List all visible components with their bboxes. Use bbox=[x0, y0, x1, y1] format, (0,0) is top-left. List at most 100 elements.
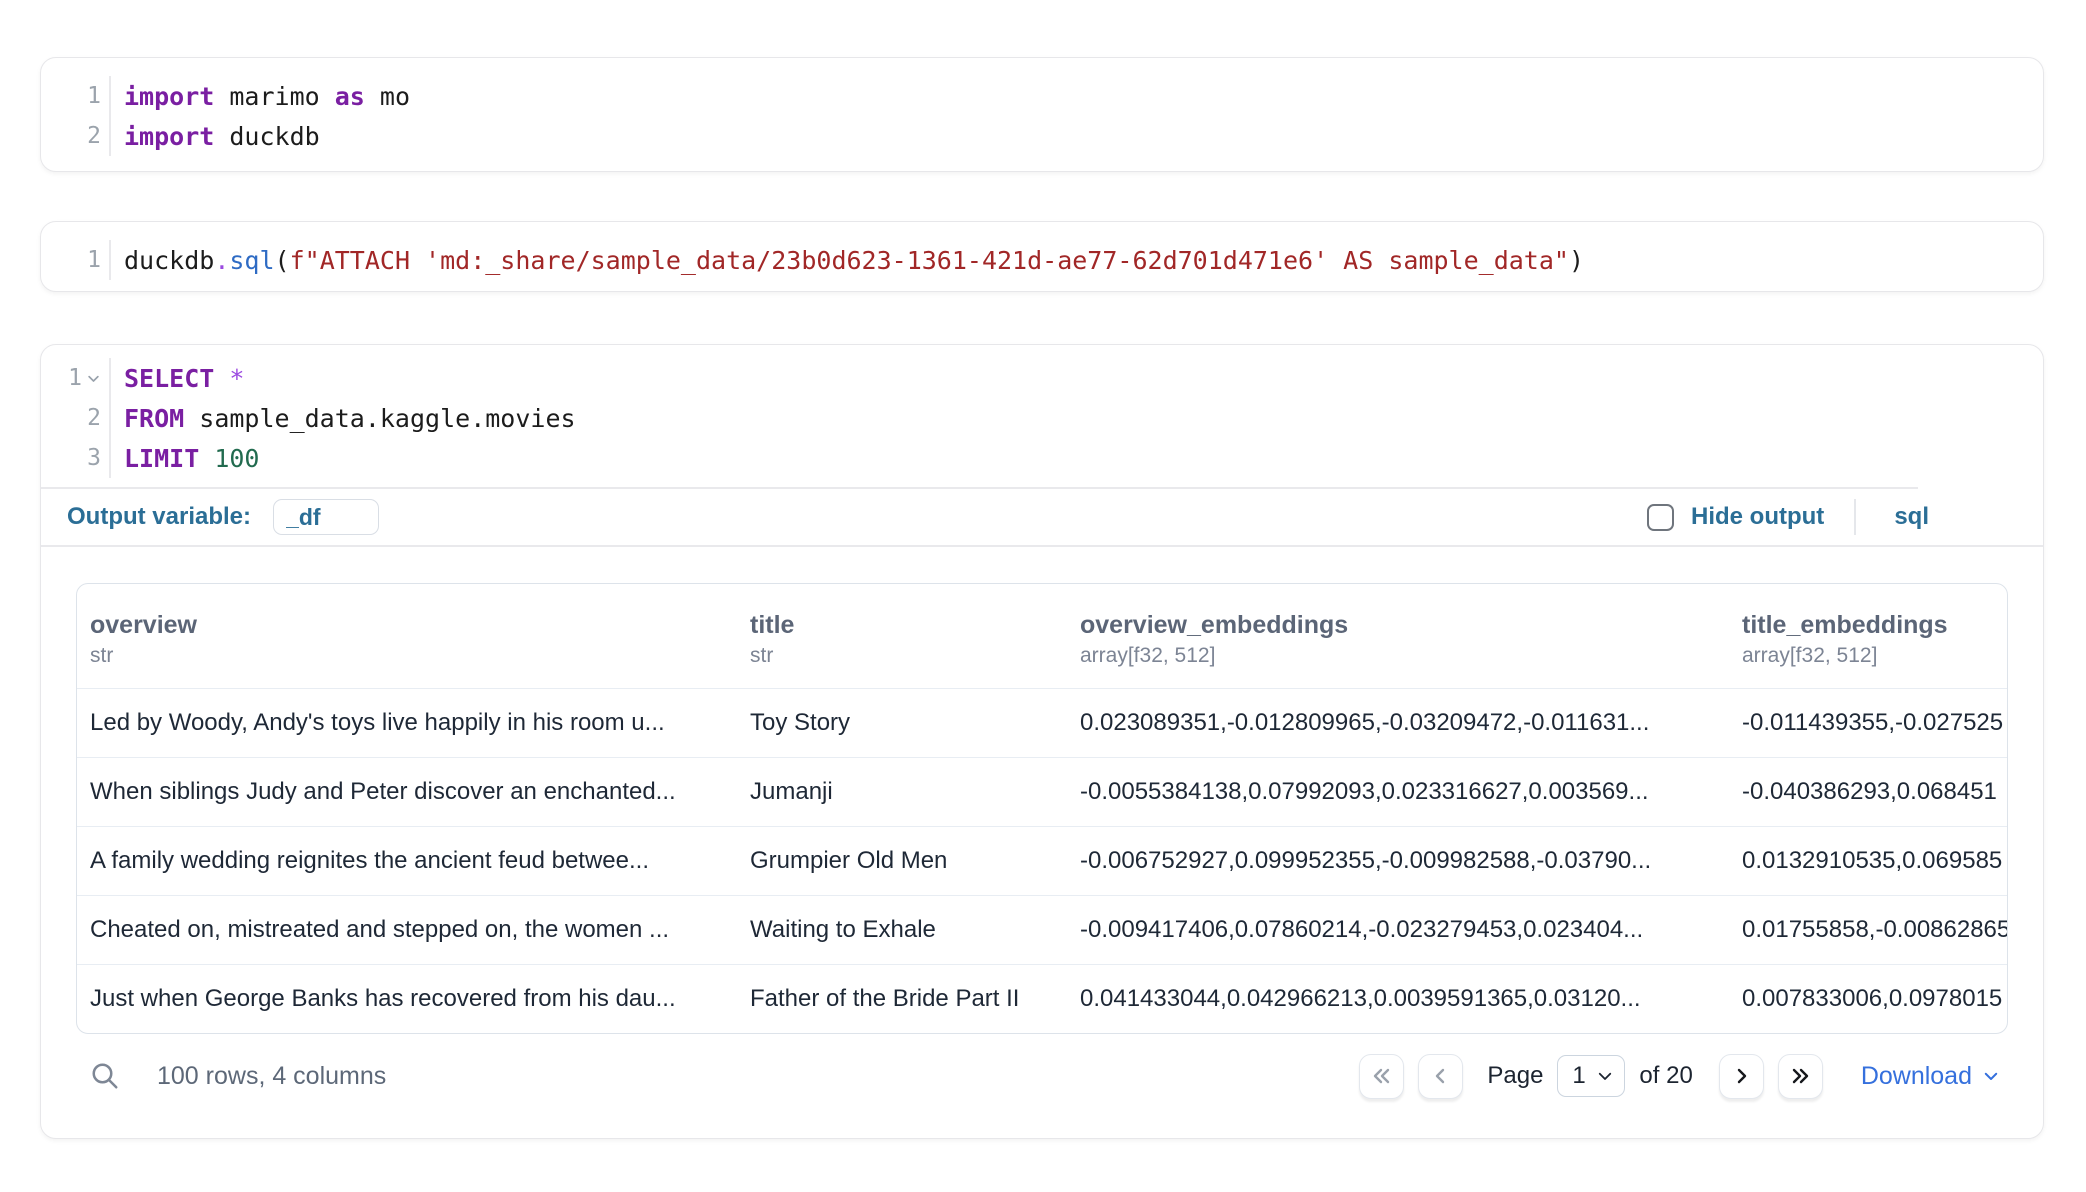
code-token: FROM bbox=[124, 404, 184, 433]
column-name: overview bbox=[90, 609, 737, 641]
table-cell: 0.041433044,0.042966213,0.0039591365,0.0… bbox=[1067, 985, 1729, 1013]
table-footer: 100 rows, 4 columns Page 1 of 20 bbox=[76, 1048, 2008, 1104]
table-cell: 0.007833006,0.0978015 bbox=[1729, 985, 2007, 1013]
table-cell: 0.023089351,-0.012809965,-0.03209472,-0.… bbox=[1067, 709, 1729, 737]
table-cell: -0.009417406,0.07860214,-0.023279453,0.0… bbox=[1067, 916, 1729, 944]
pagination: Page 1 of 20 Download bbox=[1359, 1054, 2004, 1099]
column-header[interactable]: overview_embeddingsarray[f32, 512] bbox=[1067, 609, 1729, 671]
line-number: 1 bbox=[41, 358, 109, 398]
chevron-down-icon bbox=[1596, 1067, 1614, 1085]
sql-cell[interactable]: 1SELECT *2FROM sample_data.kaggle.movies… bbox=[40, 344, 2044, 1139]
table-row[interactable]: Led by Woody, Andy's toys live happily i… bbox=[77, 688, 2007, 757]
code-token bbox=[199, 444, 214, 473]
page-total-label: of 20 bbox=[1639, 1062, 1692, 1090]
table-cell: When siblings Judy and Peter discover an… bbox=[77, 778, 737, 806]
column-dtype: array[f32, 512] bbox=[1742, 641, 2007, 671]
table-cell: 0.01755858,-0.00862865 bbox=[1729, 916, 2007, 944]
page-select-value: 1 bbox=[1572, 1062, 1585, 1090]
prev-page-button[interactable] bbox=[1418, 1054, 1463, 1099]
table-row[interactable]: Just when George Banks has recovered fro… bbox=[77, 964, 2007, 1033]
table-cell: 0.0132910535,0.069585 bbox=[1729, 847, 2007, 875]
code-token: . bbox=[214, 246, 229, 275]
code-text: FROM sample_data.kaggle.movies bbox=[109, 398, 2043, 438]
table-row[interactable]: Cheated on, mistreated and stepped on, t… bbox=[77, 895, 2007, 964]
table-cell: -0.011439355,-0.027525 bbox=[1729, 709, 2007, 737]
code-token: sample_data.kaggle.movies bbox=[184, 404, 575, 433]
code-line[interactable]: 1import marimo as mo bbox=[41, 76, 2043, 116]
column-header[interactable]: title_embeddingsarray[f32, 512] bbox=[1729, 609, 2007, 671]
code-line[interactable]: 1duckdb.sql(f"ATTACH 'md:_share/sample_d… bbox=[41, 240, 2043, 280]
table-cell: Led by Woody, Andy's toys live happily i… bbox=[77, 709, 737, 737]
table-row[interactable]: A family wedding reignites the ancient f… bbox=[77, 826, 2007, 895]
language-select[interactable]: sql bbox=[1894, 503, 1929, 531]
code-token: LIMIT bbox=[124, 444, 199, 473]
code-line[interactable]: 1SELECT * bbox=[41, 358, 2043, 398]
code-cell-imports[interactable]: 1import marimo as mo2import duckdb bbox=[40, 57, 2044, 172]
column-dtype: str bbox=[90, 641, 737, 671]
table-header-row: overviewstrtitlestroverview_embeddingsar… bbox=[77, 584, 2007, 688]
cell-output: overviewstrtitlestroverview_embeddingsar… bbox=[41, 547, 2043, 1104]
code-text: LIMIT 100 bbox=[109, 438, 2043, 478]
code-token: duckdb bbox=[214, 122, 319, 151]
page-label: Page bbox=[1487, 1062, 1543, 1090]
table-cell: Jumanji bbox=[737, 778, 1067, 806]
page-select[interactable]: 1 bbox=[1557, 1055, 1625, 1097]
column-name: title_embeddings bbox=[1742, 609, 2007, 641]
chevron-down-icon bbox=[1982, 1067, 2000, 1085]
code-token: ( bbox=[275, 246, 290, 275]
hide-output-checkbox[interactable] bbox=[1647, 504, 1674, 531]
line-number: 1 bbox=[41, 240, 109, 280]
table-cell: Grumpier Old Men bbox=[737, 847, 1067, 875]
output-variable-input[interactable] bbox=[273, 499, 379, 535]
next-page-button[interactable] bbox=[1719, 1054, 1764, 1099]
download-button[interactable]: Download bbox=[1861, 1062, 2000, 1091]
download-label: Download bbox=[1861, 1062, 1972, 1091]
column-header[interactable]: overviewstr bbox=[77, 609, 737, 671]
code-token: SELECT bbox=[124, 364, 214, 393]
code-token: import bbox=[124, 122, 214, 151]
column-name: overview_embeddings bbox=[1080, 609, 1729, 641]
table-cell: -0.040386293,0.068451 bbox=[1729, 778, 2007, 806]
search-icon[interactable] bbox=[90, 1061, 120, 1091]
code-editor[interactable]: 1import marimo as mo2import duckdb bbox=[41, 58, 2043, 174]
code-text: import marimo as mo bbox=[109, 76, 2043, 116]
table-cell: -0.006752927,0.099952355,-0.009982588,-0… bbox=[1067, 847, 1729, 875]
code-text: SELECT * bbox=[109, 358, 2043, 398]
sql-editor[interactable]: 1SELECT *2FROM sample_data.kaggle.movies… bbox=[41, 345, 2043, 487]
code-cell-attach[interactable]: 1duckdb.sql(f"ATTACH 'md:_share/sample_d… bbox=[40, 221, 2044, 292]
code-token bbox=[214, 364, 229, 393]
column-name: title bbox=[750, 609, 1067, 641]
table-cell: Father of the Bride Part II bbox=[737, 985, 1067, 1013]
column-dtype: str bbox=[750, 641, 1067, 671]
column-dtype: array[f32, 512] bbox=[1080, 641, 1729, 671]
code-token: marimo bbox=[214, 82, 334, 111]
table-cell: A family wedding reignites the ancient f… bbox=[77, 847, 737, 875]
table-row[interactable]: When siblings Judy and Peter discover an… bbox=[77, 757, 2007, 826]
code-line[interactable]: 2FROM sample_data.kaggle.movies bbox=[41, 398, 2043, 438]
code-text: duckdb.sql(f"ATTACH 'md:_share/sample_da… bbox=[109, 240, 2043, 280]
table-cell: Waiting to Exhale bbox=[737, 916, 1067, 944]
code-editor[interactable]: 1duckdb.sql(f"ATTACH 'md:_share/sample_d… bbox=[41, 222, 2043, 298]
line-number: 1 bbox=[41, 76, 109, 116]
last-page-button[interactable] bbox=[1778, 1054, 1823, 1099]
hide-output-label[interactable]: Hide output bbox=[1691, 503, 1824, 531]
code-line[interactable]: 3LIMIT 100 bbox=[41, 438, 2043, 478]
code-token: as bbox=[335, 82, 365, 111]
sql-cell-footer: Output variable: Hide output sql bbox=[41, 489, 2043, 547]
code-token: import bbox=[124, 82, 214, 111]
fold-chevron-icon[interactable] bbox=[86, 371, 101, 386]
line-number: 3 bbox=[41, 438, 109, 478]
code-token: 100 bbox=[214, 444, 259, 473]
code-token: mo bbox=[365, 82, 410, 111]
table-cell: Toy Story bbox=[737, 709, 1067, 737]
first-page-button[interactable] bbox=[1359, 1054, 1404, 1099]
code-line[interactable]: 2 import duckdb bbox=[41, 116, 2043, 156]
line-number: 2 bbox=[41, 116, 109, 156]
column-header[interactable]: titlestr bbox=[737, 609, 1067, 671]
table-cell: Just when George Banks has recovered fro… bbox=[77, 985, 737, 1013]
line-number: 2 bbox=[41, 398, 109, 438]
dataframe-table: overviewstrtitlestroverview_embeddingsar… bbox=[76, 583, 2008, 1034]
table-cell: Cheated on, mistreated and stepped on, t… bbox=[77, 916, 737, 944]
code-token: * bbox=[229, 364, 244, 393]
code-token: ) bbox=[1569, 246, 1584, 275]
